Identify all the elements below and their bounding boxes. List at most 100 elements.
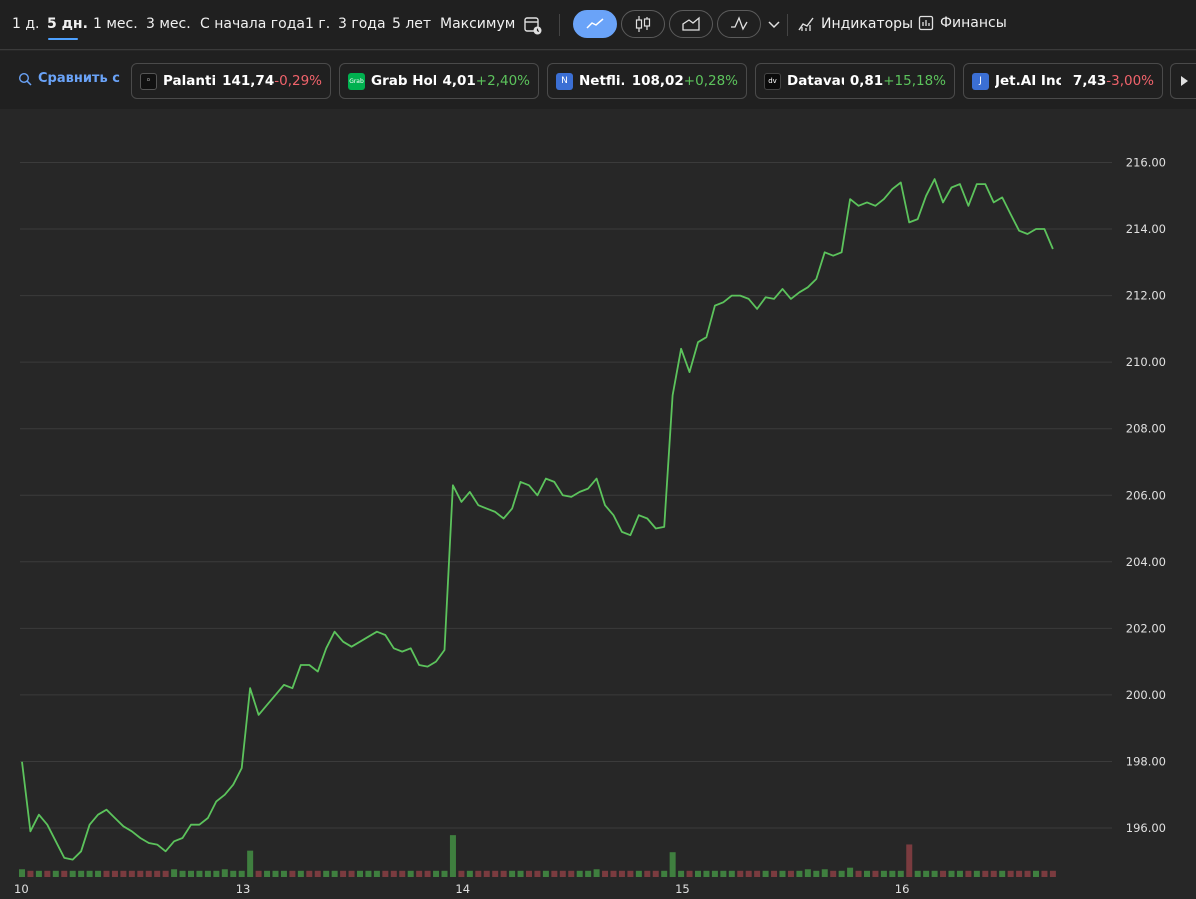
range-1d[interactable]: 1 д. — [12, 16, 40, 32]
palantir-logo-icon: ◦ — [140, 72, 157, 90]
volume-bar — [399, 870, 406, 877]
toolbar-divider — [787, 14, 788, 36]
volume-bar — [44, 870, 51, 877]
volume-bar — [171, 869, 178, 877]
range-3y[interactable]: 3 года — [338, 16, 386, 32]
jetai-logo-icon: J — [972, 72, 989, 90]
ticker-name: Palantir... — [163, 73, 217, 89]
volume-bar — [923, 870, 930, 877]
volume-bar — [593, 869, 600, 877]
ticker-chip-jetai[interactable]: J Jet.AI Inc 7,43 -3,00% — [963, 63, 1163, 99]
volume-bar — [280, 870, 287, 877]
calendar-icon[interactable] — [522, 14, 544, 36]
volume-bar — [864, 870, 870, 877]
ticker-chip-palantir[interactable]: ◦ Palantir... 141,74 -0,29% — [131, 63, 331, 99]
ticker-price: 7,43 — [1072, 73, 1107, 89]
volume-bar — [348, 870, 355, 877]
volume-bar — [813, 870, 820, 877]
line-chart-button[interactable] — [573, 10, 617, 38]
ticker-change: -3,00% — [1106, 73, 1154, 89]
volume-bar — [787, 870, 794, 877]
baseline-chart-button[interactable] — [717, 10, 761, 38]
volume-bar — [492, 870, 499, 877]
toolbar-divider — [559, 14, 560, 36]
range-ytd[interactable]: С начала года — [200, 16, 305, 32]
volume-bar — [213, 870, 220, 877]
volume-bar — [914, 870, 921, 877]
volume-bar — [542, 870, 549, 877]
volume-bar — [999, 870, 1006, 877]
volume-bar — [771, 870, 778, 877]
volume-bar — [238, 870, 245, 877]
volume-bar — [154, 870, 161, 877]
volume-bar — [416, 870, 423, 877]
volume-bar — [1049, 870, 1056, 877]
volume-bar — [821, 869, 828, 877]
volume-bar — [880, 870, 887, 877]
volume-bar — [635, 870, 642, 877]
ticker-chip-datavault[interactable]: dv Datavau... 0,81 +15,18% — [755, 63, 955, 99]
datavault-logo-icon: dv — [764, 72, 781, 90]
volume-bar — [737, 870, 744, 877]
range-5d[interactable]: 5 дн. — [47, 16, 88, 32]
volume-bar — [145, 870, 152, 877]
volume-bar — [204, 870, 211, 877]
volume-bar — [1016, 870, 1023, 877]
scroll-right-button[interactable] — [1170, 63, 1196, 99]
x-tick-label: 13 — [236, 882, 251, 896]
volume-bar — [720, 870, 727, 877]
volume-bar — [1024, 870, 1031, 877]
finance-label: Финансы — [940, 15, 1007, 31]
volume-bar — [678, 870, 685, 877]
volume-bar — [314, 870, 321, 877]
volume-bar — [179, 870, 186, 877]
volume-bar — [35, 870, 42, 877]
volume-bar — [728, 870, 735, 877]
ticker-change: -0,29% — [274, 73, 322, 89]
volume-bar — [745, 870, 752, 877]
range-1y[interactable]: 1 г. — [305, 16, 330, 32]
ticker-chip-grab[interactable]: Grab Grab Hol... 4,01 +2,40% — [339, 63, 539, 99]
volume-bar — [956, 870, 963, 877]
indicators-button[interactable]: Индикаторы — [798, 15, 913, 32]
volume-bar — [255, 870, 262, 877]
volume-bar — [568, 870, 575, 877]
area-chart-button[interactable] — [669, 10, 713, 38]
volume-bar — [289, 870, 296, 877]
baseline-chart-icon — [731, 16, 748, 31]
y-tick-label: 198.00 — [1126, 754, 1166, 768]
candlestick-chart-button[interactable] — [621, 10, 665, 38]
volume-bar — [669, 852, 676, 877]
compare-bar: Сравнить с ◦ Palantir... 141,74 -0,29% G… — [0, 51, 1196, 109]
range-3m[interactable]: 3 мес. — [146, 16, 191, 32]
play-right-icon — [1180, 76, 1188, 86]
volume-bar — [889, 870, 896, 877]
y-tick-label: 196.00 — [1126, 821, 1166, 835]
candlestick-icon — [635, 16, 651, 32]
chevron-down-icon[interactable] — [765, 16, 783, 34]
volume-bar — [103, 870, 110, 877]
volume-bar — [433, 870, 440, 877]
volume-bar — [703, 870, 710, 877]
volume-bar — [517, 870, 524, 877]
x-tick-label: 14 — [455, 882, 470, 896]
volume-bar — [230, 870, 237, 877]
volume-bar — [627, 870, 634, 877]
y-tick-label: 210.00 — [1126, 355, 1166, 369]
volume-bar — [272, 870, 279, 877]
compare-button[interactable]: Сравнить с — [18, 71, 120, 86]
range-5y[interactable]: 5 лет — [392, 16, 431, 32]
ticker-chip-netflix[interactable]: N Netfli... 108,02 +0,28% — [547, 63, 747, 99]
active-range-indicator — [48, 38, 78, 40]
finance-icon — [918, 15, 934, 31]
volume-bar — [965, 870, 972, 877]
finance-button[interactable]: Финансы — [918, 15, 1007, 31]
volume-bar — [111, 870, 118, 877]
range-max[interactable]: Максимум — [440, 16, 515, 32]
volume-bar — [69, 870, 76, 877]
range-1m[interactable]: 1 мес. — [93, 16, 138, 32]
ticker-price: 108,02 — [631, 73, 684, 89]
volume-bar — [1041, 870, 1048, 877]
volume-bar — [247, 850, 254, 877]
price-chart[interactable]: 216.00 214.00 212.00 210.00 208.00 206.00 204.… — [0, 110, 1196, 899]
